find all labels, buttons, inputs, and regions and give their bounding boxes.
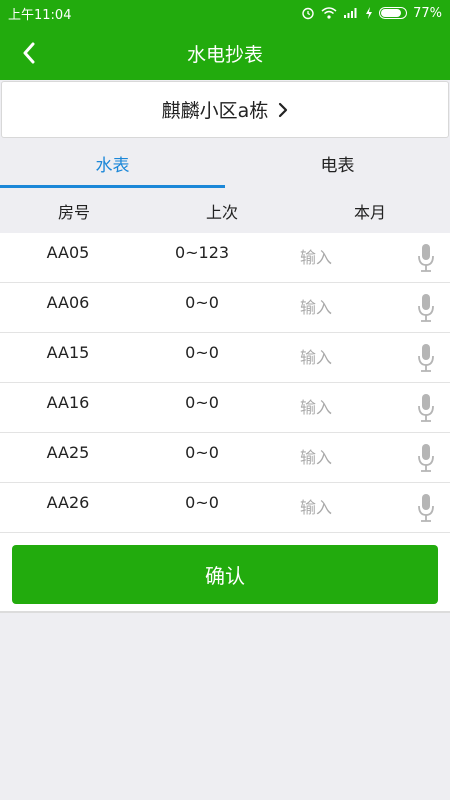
current-reading-input[interactable]	[300, 495, 390, 519]
current-reading-input[interactable]	[300, 295, 390, 319]
battery-percent: 77%	[413, 5, 442, 21]
microphone-icon[interactable]	[416, 443, 436, 473]
microphone-icon[interactable]	[416, 493, 436, 523]
table-header: 房号 上次 本月	[0, 188, 450, 233]
current-reading-input[interactable]	[300, 245, 390, 269]
chevron-right-icon	[279, 102, 288, 117]
microphone-icon[interactable]	[416, 343, 436, 373]
tab-electric-meter[interactable]: 电表	[225, 138, 450, 188]
status-time: 上午11:04	[8, 7, 72, 23]
room-number: AA15	[46, 343, 90, 362]
charging-icon	[366, 7, 373, 19]
chevron-left-icon	[23, 42, 35, 64]
table-row: AA16 0~0	[0, 383, 450, 433]
room-number: AA06	[46, 293, 90, 312]
signal-icon	[344, 8, 357, 18]
status-icons: 77%	[301, 6, 442, 21]
room-number: AA25	[46, 443, 90, 462]
column-header-current: 本月	[353, 202, 386, 222]
back-button[interactable]	[14, 38, 44, 68]
room-number: AA05	[46, 243, 90, 262]
previous-reading: 0~0	[185, 393, 219, 412]
battery-icon	[379, 7, 408, 19]
microphone-icon[interactable]	[416, 293, 436, 323]
previous-reading: 0~0	[185, 443, 219, 462]
app-bar: 水电抄表	[0, 26, 450, 80]
table-row: AA25 0~0	[0, 433, 450, 483]
confirm-button[interactable]: 确认	[12, 545, 438, 604]
table-row: AA26 0~0	[0, 483, 450, 533]
room-number: AA16	[46, 393, 90, 412]
page-title: 水电抄表	[186, 43, 263, 66]
status-bar: 上午11:04 77%	[0, 0, 450, 26]
microphone-icon[interactable]	[416, 243, 436, 273]
microphone-icon[interactable]	[416, 393, 436, 423]
table-row: AA05 0~123	[0, 233, 450, 283]
table-row: AA15 0~0	[0, 333, 450, 383]
previous-reading: 0~0	[185, 493, 219, 512]
tab-water-meter[interactable]: 水表	[0, 138, 225, 188]
room-number: AA26	[46, 493, 90, 512]
table-row: AA06 0~0	[0, 283, 450, 333]
previous-reading: 0~0	[185, 293, 219, 312]
building-selector[interactable]: 麒麟小区a栋	[1, 81, 449, 138]
column-header-previous: 上次	[205, 202, 238, 222]
building-name: 麒麟小区a栋	[161, 100, 269, 122]
column-header-room: 房号	[57, 202, 90, 222]
current-reading-input[interactable]	[300, 345, 390, 369]
current-reading-input[interactable]	[300, 395, 390, 419]
meter-tabs: 水表 电表	[0, 138, 450, 188]
wifi-icon	[321, 7, 337, 19]
previous-reading: 0~123	[174, 243, 230, 262]
alarm-icon	[302, 7, 314, 20]
previous-reading: 0~0	[185, 343, 219, 362]
current-reading-input[interactable]	[300, 445, 390, 469]
